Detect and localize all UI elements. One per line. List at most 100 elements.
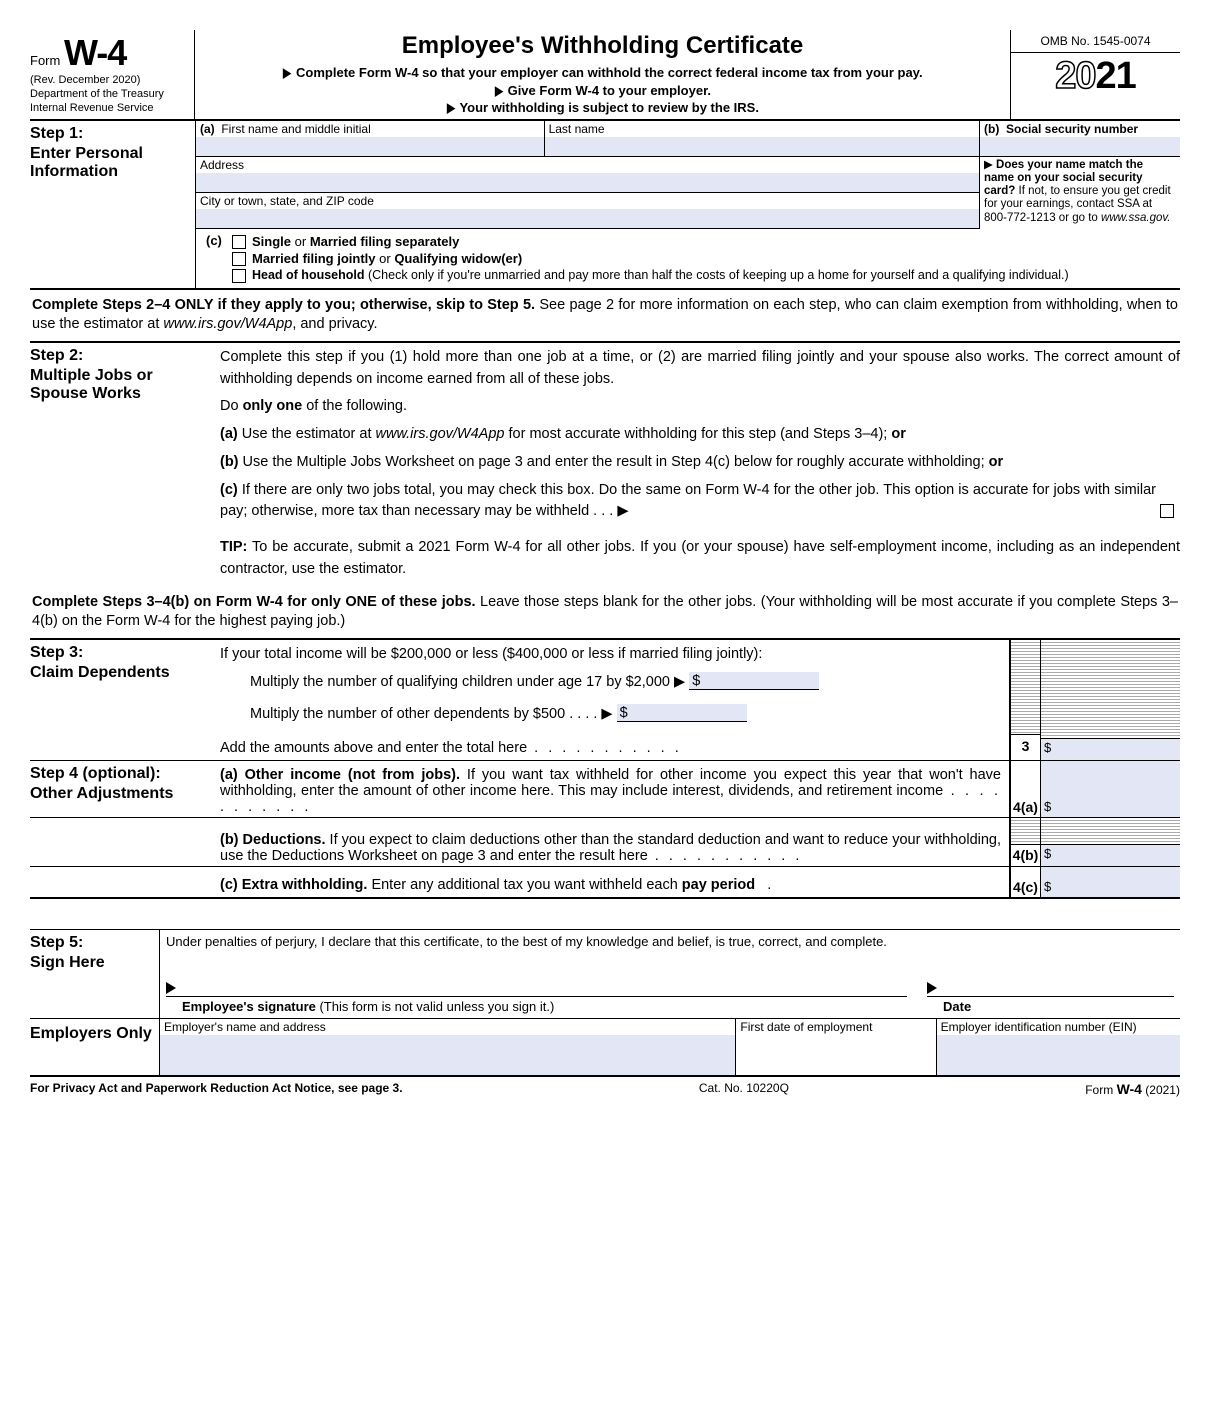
first-name-input[interactable]	[196, 137, 544, 157]
step4c-text: (c) Extra withholding. Enter any additio…	[220, 867, 1010, 897]
city-input[interactable]	[196, 209, 979, 229]
filing-joint-label: Married filing jointly or Qualifying wid…	[252, 251, 522, 266]
subtitle-1: Complete Form W-4 so that your employer …	[296, 65, 923, 80]
step-1-row: Step 1: Enter Personal Information (a) F…	[30, 121, 1180, 288]
step4-title: Step 4 (optional):	[30, 765, 214, 783]
step2-title: Step 2:	[30, 347, 214, 365]
header-left: Form W-4 (Rev. December 2020) Department…	[30, 30, 195, 119]
tax-year: 2021	[1011, 53, 1180, 98]
step4a-amt-col: $	[1040, 761, 1180, 817]
ein-label: Employer identification number (EIN)	[937, 1019, 1180, 1035]
step-3-content: If your total income will be $200,000 or…	[220, 640, 1010, 760]
dependents-amount-input[interactable]	[617, 704, 747, 722]
employers-label: Employers Only	[30, 1019, 160, 1075]
first-date-input[interactable]	[736, 1035, 935, 1075]
signature-arrow-icon	[166, 982, 176, 994]
step-2-content: Complete this step if you (1) hold more …	[220, 343, 1180, 587]
step5-title: Step 5:	[30, 934, 153, 952]
step-2-label: Step 2: Multiple Jobs or Spouse Works	[30, 343, 220, 587]
employers-content: Employer's name and address First date o…	[160, 1019, 1180, 1075]
first-name-label: First name and middle initial	[221, 122, 370, 136]
step-3-label: Step 3: Claim Dependents	[30, 640, 220, 760]
step-3-row: Step 3: Claim Dependents If your total i…	[30, 638, 1180, 760]
page-footer: For Privacy Act and Paperwork Reduction …	[30, 1077, 1180, 1097]
children-amount-input[interactable]	[689, 672, 819, 690]
date-label: Date	[943, 999, 971, 1014]
step2-option-a: (a) Use the estimator at www.irs.gov/W4A…	[220, 424, 1180, 446]
step5-sub: Sign Here	[30, 954, 153, 972]
filing-hoh-label: Head of household (Check only if you're …	[252, 268, 1069, 282]
subtitle-2: Give Form W-4 to your employer.	[508, 83, 711, 98]
footer-left: For Privacy Act and Paperwork Reduction …	[30, 1081, 403, 1097]
signature-input[interactable]	[166, 957, 907, 997]
step4b-text: (b) Deductions. If you expect to claim d…	[220, 818, 1010, 866]
step3-total-input[interactable]: $	[1041, 738, 1180, 760]
form-title: Employee's Withholding Certificate	[201, 32, 1004, 60]
step3-intro: If your total income will be $200,000 or…	[220, 646, 1001, 662]
date-input[interactable]	[927, 957, 1174, 997]
perjury-statement: Under penalties of perjury, I declare th…	[166, 934, 1174, 949]
step-4b-row: (b) Deductions. If you expect to claim d…	[30, 817, 1180, 866]
step2-option-c: (c) If there are only two jobs total, yo…	[220, 480, 1180, 524]
city-label: City or town, state, and ZIP code	[196, 193, 979, 209]
form-header: Form W-4 (Rev. December 2020) Department…	[30, 30, 1180, 121]
ssn-label: Social security number	[1006, 122, 1138, 136]
step-5-label: Step 5: Sign Here	[30, 930, 160, 1018]
step-1-label: Step 1: Enter Personal Information	[30, 121, 195, 288]
dept-line-1: Department of the Treasury	[30, 88, 190, 100]
two-jobs-checkbox[interactable]	[1160, 504, 1174, 518]
step4c-amt-col: $	[1040, 867, 1180, 897]
subtitle-3: Your withholding is subject to review by…	[459, 100, 759, 115]
step2-sub: Multiple Jobs or Spouse Works	[30, 367, 214, 404]
instructions-3-4b: Complete Steps 3–4(b) on Form W-4 for on…	[30, 587, 1180, 638]
step2-option-b: (b) Use the Multiple Jobs Worksheet on p…	[220, 452, 1180, 474]
dept-line-2: Internal Revenue Service	[30, 102, 190, 114]
employer-name-input[interactable]	[160, 1035, 735, 1075]
address-input[interactable]	[196, 173, 979, 193]
step2-intro: Complete this step if you (1) hold more …	[220, 347, 1180, 391]
signature-label: Employee's signature (This form is not v…	[166, 997, 907, 1014]
address-label: Address	[196, 157, 979, 173]
date-arrow-icon	[927, 982, 937, 994]
footer-mid: Cat. No. 10220Q	[699, 1081, 789, 1097]
ssn-input[interactable]	[980, 137, 1180, 157]
step4b-amt-col: $	[1040, 818, 1180, 866]
form-word: Form	[30, 53, 60, 68]
employers-row: Employers Only Employer's name and addre…	[30, 1018, 1180, 1077]
step3-num-col: 3	[1010, 640, 1040, 760]
filing-single-label: Single or Married filing separately	[252, 234, 459, 249]
step-2-row: Step 2: Multiple Jobs or Spouse Works Co…	[30, 341, 1180, 587]
step3-line2: Multiply the number of other dependents …	[250, 706, 613, 722]
omb-number: OMB No. 1545-0074	[1011, 30, 1180, 53]
first-date-label: First date of employment	[736, 1019, 935, 1035]
name-match-note: ▶ Does your name match the name on your …	[980, 157, 1180, 227]
step4c-input[interactable]: $	[1041, 867, 1180, 897]
employer-name-label: Employer's name and address	[160, 1019, 735, 1035]
ein-input[interactable]	[937, 1035, 1180, 1075]
step4-sub: Other Adjustments	[30, 785, 214, 803]
step4b-num-col: 4(b)	[1010, 818, 1040, 866]
header-right: OMB No. 1545-0074 2021	[1010, 30, 1180, 119]
step1-sub: Enter Personal Information	[30, 145, 189, 182]
step2-tip: TIP: To be accurate, submit a 2021 Form …	[220, 537, 1180, 581]
step1-title: Step 1:	[30, 125, 189, 143]
form-w4-page: Form W-4 (Rev. December 2020) Department…	[30, 30, 1180, 1097]
header-center: Employee's Withholding Certificate ▶ Com…	[195, 30, 1010, 119]
step-4a-row: Step 4 (optional): Other Adjustments (a)…	[30, 760, 1180, 817]
step-4c-row: (c) Extra withholding. Enter any additio…	[30, 866, 1180, 899]
footer-right: Form W-4 (2021)	[1085, 1081, 1180, 1097]
filing-joint-checkbox[interactable]	[232, 252, 246, 266]
step-1-content: (a) First name and middle initial Last n…	[195, 121, 1180, 288]
step2-do-one: Do only one of the following.	[220, 396, 1180, 418]
filing-single-checkbox[interactable]	[232, 235, 246, 249]
last-name-input[interactable]	[545, 137, 979, 157]
last-name-label: Last name	[545, 121, 979, 137]
filing-hoh-checkbox[interactable]	[232, 269, 246, 283]
step4b-input[interactable]: $	[1041, 844, 1180, 866]
step-4-label: Step 4 (optional): Other Adjustments	[30, 761, 220, 817]
step3-title: Step 3:	[30, 644, 214, 662]
step4a-input[interactable]: $	[1041, 761, 1180, 817]
step4c-num: 4(c)	[1010, 867, 1040, 897]
employers-title: Employers Only	[30, 1025, 153, 1043]
step3-total: Add the amounts above and enter the tota…	[220, 740, 527, 756]
